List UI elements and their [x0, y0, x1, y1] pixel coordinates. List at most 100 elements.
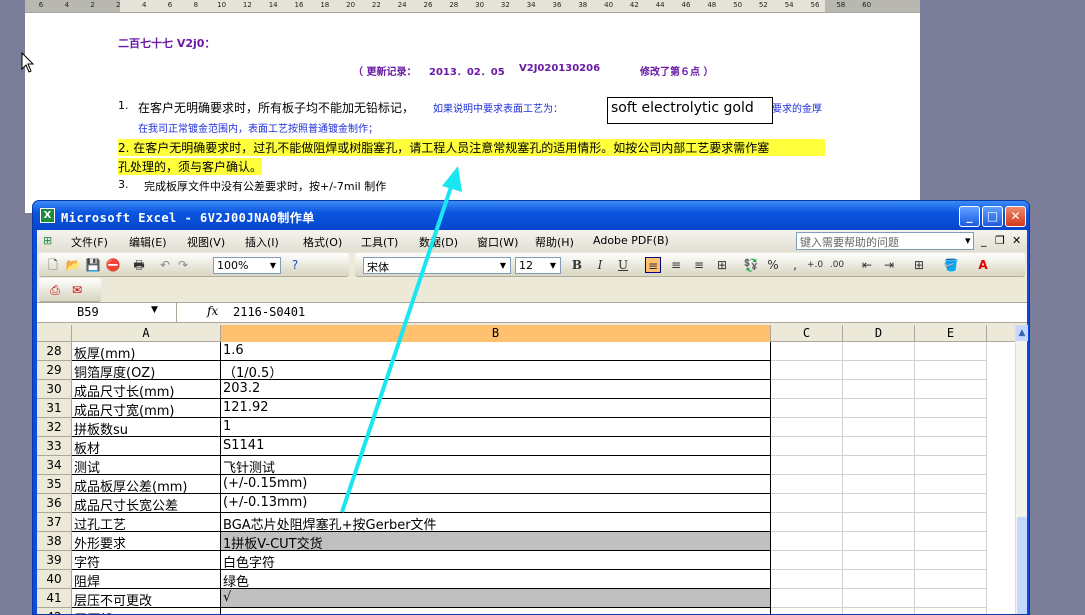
cell-c[interactable]	[771, 456, 843, 475]
menu-adobe-pdf[interactable]: Adobe PDF(B)	[593, 234, 669, 247]
increase-indent-icon[interactable]: ⇥	[881, 257, 897, 273]
formula-input[interactable]: 2116-S0401	[233, 305, 305, 319]
cell-c[interactable]	[771, 399, 843, 418]
help-dropdown-icon[interactable]: ▾	[965, 234, 971, 247]
borders-icon[interactable]: ⊞	[911, 257, 927, 273]
decrease-indent-icon[interactable]: ⇤	[859, 257, 875, 273]
menu-edit[interactable]: 编辑(E)	[129, 234, 167, 250]
cell-a[interactable]: 过孔工艺	[72, 513, 221, 532]
cell-c[interactable]	[771, 418, 843, 437]
menu-file[interactable]: 文件(F)	[71, 234, 108, 250]
cell-c[interactable]	[771, 494, 843, 513]
cell-a[interactable]: 板材	[72, 437, 221, 456]
font-select[interactable]: 宋体 ▼	[363, 257, 511, 274]
row-header[interactable]: 39	[37, 551, 72, 570]
cell-b[interactable]: 1	[221, 418, 771, 437]
undo-icon[interactable]: ↶	[157, 257, 173, 273]
minimize-button[interactable]: _	[959, 206, 980, 227]
cell-d[interactable]	[843, 380, 915, 399]
cell-a[interactable]: 字符	[72, 551, 221, 570]
cell-d[interactable]	[843, 589, 915, 608]
cell-c[interactable]	[771, 532, 843, 551]
cell-e[interactable]	[915, 456, 987, 475]
cell-a[interactable]: 层压线	[72, 608, 221, 614]
vertical-scrollbar[interactable]: ▲	[1015, 325, 1028, 614]
cell-b[interactable]: (+/-0.13mm)	[221, 494, 771, 513]
column-header-d[interactable]: D	[843, 325, 915, 342]
cell-e[interactable]	[915, 570, 987, 589]
column-header-a[interactable]: A	[72, 325, 221, 342]
doc-minimize-icon[interactable]: _	[981, 234, 987, 247]
pdf-convert-icon[interactable]: ⎙	[47, 282, 63, 298]
underline-icon[interactable]: U	[615, 257, 631, 273]
font-color-icon[interactable]: A	[975, 257, 991, 273]
row-header[interactable]: 37	[37, 513, 72, 532]
cell-a[interactable]: 测试	[72, 456, 221, 475]
menu-format[interactable]: 格式(O)	[303, 234, 342, 250]
percent-icon[interactable]: %	[765, 257, 781, 273]
zoom-select[interactable]: 100% ▼	[213, 257, 281, 274]
cell-e[interactable]	[915, 494, 987, 513]
cell-e[interactable]	[915, 475, 987, 494]
cell-a[interactable]: 成品尺寸长宽公差	[72, 494, 221, 513]
align-left-icon[interactable]: ≡	[645, 257, 661, 273]
cell-e[interactable]	[915, 437, 987, 456]
pdf-email-icon[interactable]: ✉	[69, 282, 85, 298]
cell-b[interactable]: 绿色	[221, 570, 771, 590]
row-header[interactable]: 42	[37, 608, 72, 614]
permission-icon[interactable]: ⛔	[105, 257, 121, 273]
scroll-thumb[interactable]	[1017, 517, 1027, 614]
italic-icon[interactable]: I	[592, 257, 608, 273]
cell-d[interactable]	[843, 513, 915, 532]
decrease-decimal-icon[interactable]: .00	[829, 257, 845, 273]
redo-icon[interactable]: ↷	[175, 257, 191, 273]
align-center-icon[interactable]: ≡	[668, 257, 684, 273]
cell-c[interactable]	[771, 380, 843, 399]
cell-b[interactable]: 白色字符	[221, 551, 771, 571]
excel-app-icon[interactable]: X	[40, 208, 55, 223]
cell-d[interactable]	[843, 570, 915, 589]
cell-e[interactable]	[915, 589, 987, 608]
menu-insert[interactable]: 插入(I)	[245, 234, 279, 250]
row-header[interactable]: 36	[37, 494, 72, 513]
maximize-button[interactable]: □	[982, 206, 1003, 227]
cell-e[interactable]	[915, 399, 987, 418]
cell-e[interactable]	[915, 342, 987, 361]
row-header[interactable]: 38	[37, 532, 72, 551]
row-header[interactable]: 32	[37, 418, 72, 437]
cell-e[interactable]	[915, 513, 987, 532]
fill-color-icon[interactable]: 🪣	[943, 257, 959, 273]
row-header[interactable]: 41	[37, 589, 72, 608]
scroll-up-icon[interactable]: ▲	[1016, 325, 1028, 341]
help-icon[interactable]: ?	[287, 257, 303, 273]
cell-a[interactable]: 成品尺寸长(mm)	[72, 380, 221, 399]
font-size-select[interactable]: 12 ▼	[515, 257, 561, 274]
align-right-icon[interactable]: ≡	[691, 257, 707, 273]
menu-data[interactable]: 数据(D)	[419, 234, 458, 250]
cell-e[interactable]	[915, 380, 987, 399]
cell-a[interactable]: 外形要求	[72, 532, 221, 551]
row-header[interactable]: 28	[37, 342, 72, 361]
row-header[interactable]: 29	[37, 361, 72, 380]
cell-b[interactable]: √	[221, 589, 771, 608]
cell-d[interactable]	[843, 399, 915, 418]
name-box-dropdown-icon[interactable]: ▼	[151, 305, 158, 315]
cell-d[interactable]	[843, 361, 915, 380]
cell-b[interactable]: 1拼板V-CUT交货	[221, 532, 771, 552]
cell-c[interactable]	[771, 475, 843, 494]
cell-c[interactable]	[771, 570, 843, 589]
doc-close-icon[interactable]: ✕	[1012, 234, 1021, 247]
comma-icon[interactable]: ,	[787, 257, 803, 273]
cell-b[interactable]: 飞针测试	[221, 456, 771, 476]
doc-restore-icon[interactable]: ❐	[995, 234, 1005, 247]
cell-d[interactable]	[843, 437, 915, 456]
cell-d[interactable]	[843, 551, 915, 570]
column-header-e[interactable]: E	[915, 325, 987, 342]
cell-c[interactable]	[771, 513, 843, 532]
cell-e[interactable]	[915, 551, 987, 570]
menu-tools[interactable]: 工具(T)	[361, 234, 398, 250]
menu-help[interactable]: 帮助(H)	[535, 234, 574, 250]
cell-b[interactable]	[221, 608, 771, 614]
bold-icon[interactable]: B	[569, 257, 585, 273]
open-icon[interactable]: 📂	[65, 257, 81, 273]
